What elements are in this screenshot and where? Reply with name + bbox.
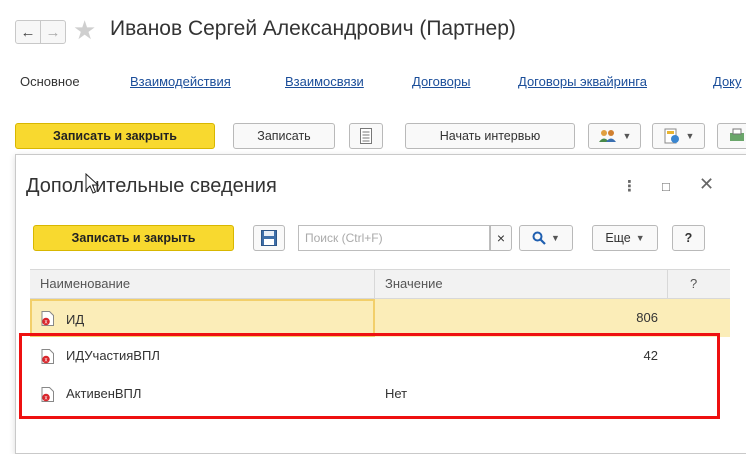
name-cell[interactable]: x ИД: [30, 299, 375, 337]
more-label: Еще: [605, 231, 631, 245]
name-text: ИДУчастияВПЛ: [66, 348, 160, 363]
start-interview-label: Начать интервью: [439, 129, 541, 143]
chevron-down-icon: ▼: [551, 233, 560, 243]
svg-text:x: x: [45, 395, 48, 401]
save-label: Записать: [257, 129, 311, 143]
dialog-save-and-close-label: Записать и закрыть: [71, 231, 196, 245]
svg-text:x: x: [45, 319, 48, 325]
dialog-save-and-close-button[interactable]: Записать и закрыть: [33, 225, 234, 251]
report-icon: [664, 128, 679, 144]
value-cell[interactable]: 42: [375, 337, 668, 375]
additional-info-dialog: Дополнительные сведения ⋮ □ ✕ Записать и…: [15, 154, 746, 454]
name-text: ИД: [66, 312, 85, 327]
search-input[interactable]: Поиск (Ctrl+F): [298, 225, 490, 251]
tab-acquiring-contracts[interactable]: Договоры эквайринга: [518, 74, 647, 89]
table-row[interactable]: x АктивенВПЛ Нет: [30, 375, 730, 413]
chevron-down-icon: ▼: [622, 131, 632, 141]
column-header-help[interactable]: ?: [668, 270, 730, 298]
table-row[interactable]: x ИДУчастияВПЛ 42: [30, 337, 730, 375]
value-cell[interactable]: 806: [375, 299, 668, 337]
maximize-icon[interactable]: □: [662, 179, 670, 194]
clear-icon: ×: [496, 230, 506, 246]
tab-documents[interactable]: Доку: [713, 74, 742, 89]
users-icon: [598, 130, 616, 142]
star-icon[interactable]: ★: [73, 15, 96, 45]
more-menu-button[interactable]: Еще ▼: [592, 225, 658, 251]
name-text: АктивенВПЛ: [66, 386, 142, 401]
attribute-icon: x: [41, 387, 54, 402]
close-icon[interactable]: ✕: [699, 174, 714, 195]
search-placeholder: Поиск (Ctrl+F): [305, 231, 383, 245]
tab-interactions[interactable]: Взаимодействия: [130, 74, 231, 89]
print-icon: [730, 128, 744, 141]
magnifier-icon: [532, 231, 546, 245]
forward-button[interactable]: →: [40, 20, 66, 44]
print-button[interactable]: [717, 123, 746, 149]
help-button[interactable]: ?: [672, 225, 705, 251]
chevron-down-icon: ▼: [685, 131, 695, 141]
start-interview-button[interactable]: Начать интервью: [405, 123, 575, 149]
column-header-value[interactable]: Значение: [375, 270, 668, 298]
search-button[interactable]: ▼: [519, 225, 573, 251]
dialog-title: Дополнительные сведения: [26, 175, 277, 197]
table-header: Наименование Значение ?: [30, 269, 730, 299]
arrow-right-icon: →: [45, 23, 61, 41]
arrow-left-icon: ←: [20, 23, 36, 41]
users-dropdown-button[interactable]: ▼: [588, 123, 641, 149]
save-and-close-label: Записать и закрыть: [53, 129, 177, 143]
floppy-disk-icon: [261, 230, 277, 246]
svg-text:x: x: [45, 357, 48, 363]
value-cell[interactable]: Нет: [375, 375, 668, 413]
save-button[interactable]: [253, 225, 285, 251]
tab-contracts[interactable]: Договоры: [412, 74, 470, 89]
back-button[interactable]: ←: [15, 20, 41, 44]
page-title: Иванов Сергей Александрович (Партнер): [110, 17, 516, 40]
save-and-close-button[interactable]: Записать и закрыть: [15, 123, 215, 149]
more-vertical-icon[interactable]: ⋮: [622, 177, 637, 195]
attribute-icon: x: [41, 311, 54, 326]
mouse-cursor-icon: [85, 173, 99, 194]
document-list-icon: [360, 128, 372, 144]
document-list-button[interactable]: [349, 123, 383, 149]
clear-search-button[interactable]: ×: [490, 225, 512, 251]
save-button[interactable]: Записать: [233, 123, 335, 149]
name-cell[interactable]: x ИДУчастияВПЛ: [30, 337, 375, 375]
attribute-icon: x: [41, 349, 54, 364]
column-header-name[interactable]: Наименование: [30, 270, 375, 298]
chevron-down-icon: ▼: [635, 233, 645, 243]
report-dropdown-button[interactable]: ▼: [652, 123, 705, 149]
tab-main[interactable]: Основное: [20, 74, 80, 89]
help-label: ?: [684, 231, 693, 245]
tab-relations[interactable]: Взаимосвязи: [285, 74, 364, 89]
table-row[interactable]: x ИД 806: [30, 299, 730, 337]
name-cell[interactable]: x АктивенВПЛ: [30, 375, 375, 413]
